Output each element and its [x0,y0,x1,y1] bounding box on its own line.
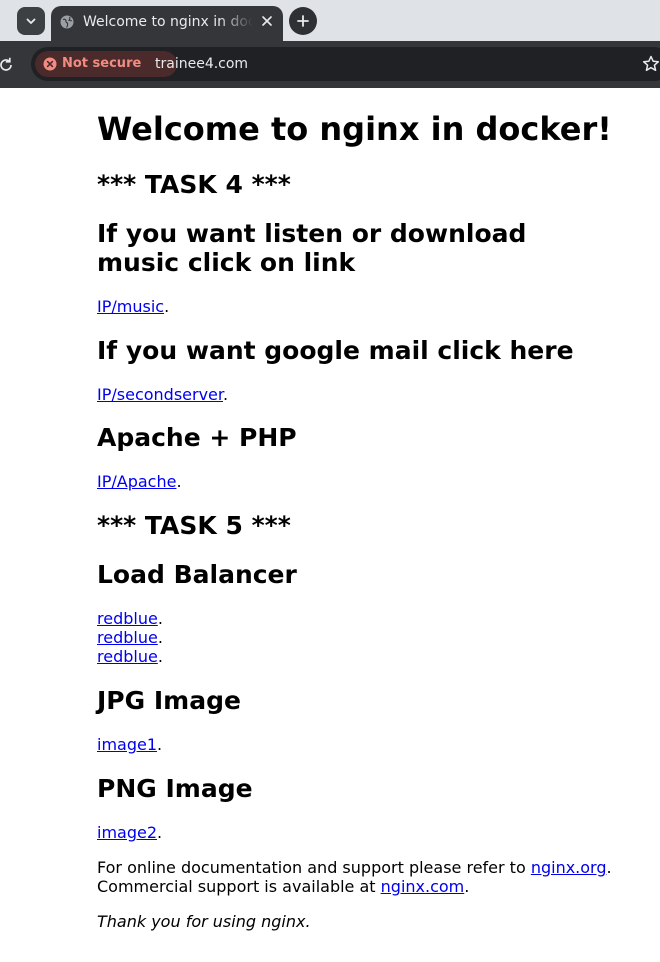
warning-icon [43,57,57,71]
apache-paragraph: IP/Apache. [97,472,657,491]
period: . [176,472,182,491]
nginx-org-link[interactable]: nginx.org [531,858,607,877]
music-link[interactable]: IP/music [97,297,164,316]
thanks-paragraph: Thank you for using nginx. [97,912,657,931]
bookmark-star-icon[interactable] [641,54,660,74]
plus-icon [297,15,309,27]
redblue-link-1[interactable]: redblue [97,609,158,628]
image2-link[interactable]: image2 [97,823,157,842]
thanks-text: Thank you for using nginx. [97,912,311,931]
jpg-paragraph: image1. [97,735,657,754]
security-label: Not secure [62,56,142,71]
period: . [157,735,163,754]
period: . [157,647,163,666]
period: . [464,877,470,896]
period: . [164,297,170,316]
page-title: Welcome to nginx in docker! [97,110,612,148]
reload-icon[interactable] [0,55,16,75]
period: . [223,385,229,404]
footer-text-1: For online documentation and support ple… [97,858,531,877]
footer-paragraph: For online documentation and support ple… [97,858,657,896]
period: . [157,628,163,647]
image1-link[interactable]: image1 [97,735,157,754]
apache-heading: Apache + PHP [97,423,297,452]
jpg-heading: JPG Image [97,686,241,715]
redblue-link-2[interactable]: redblue [97,628,158,647]
tab-title: Welcome to nginx in docker! [83,14,253,30]
period: . [157,823,163,842]
load-balancer-paragraph: redblue. redblue. redblue. [97,609,657,666]
tab-search-button[interactable] [17,7,45,35]
task4-heading: *** TASK 4 *** [97,170,291,199]
secondserver-link[interactable]: IP/secondserver [97,385,223,404]
tab-close-button[interactable] [258,12,276,30]
png-paragraph: image2. [97,823,657,842]
address-bar[interactable]: Not secure trainee4.com [31,47,660,81]
new-tab-button[interactable] [289,7,317,35]
url-text[interactable]: trainee4.com [155,55,248,73]
period: . [606,858,612,877]
close-icon [262,16,272,26]
browser-toolbar: Not secure trainee4.com [0,41,660,88]
music-heading: If you want listen or download music cli… [97,219,527,277]
footer-text-2: Commercial support is available at [97,877,381,896]
tab-strip: Welcome to nginx in docker! [0,0,660,41]
chevron-down-icon [26,18,36,24]
period: . [157,609,163,628]
nginx-com-link[interactable]: nginx.com [381,877,465,896]
load-balancer-heading: Load Balancer [97,560,297,589]
browser-tab[interactable]: Welcome to nginx in docker! [51,6,283,41]
task5-heading: *** TASK 5 *** [97,511,291,540]
music-paragraph: IP/music. [97,297,657,316]
mail-heading: If you want google mail click here [97,336,574,365]
globe-icon [60,15,74,29]
redblue-link-3[interactable]: redblue [97,647,158,666]
png-heading: PNG Image [97,774,253,803]
mail-paragraph: IP/secondserver. [97,385,657,404]
apache-link[interactable]: IP/Apache [97,472,176,491]
